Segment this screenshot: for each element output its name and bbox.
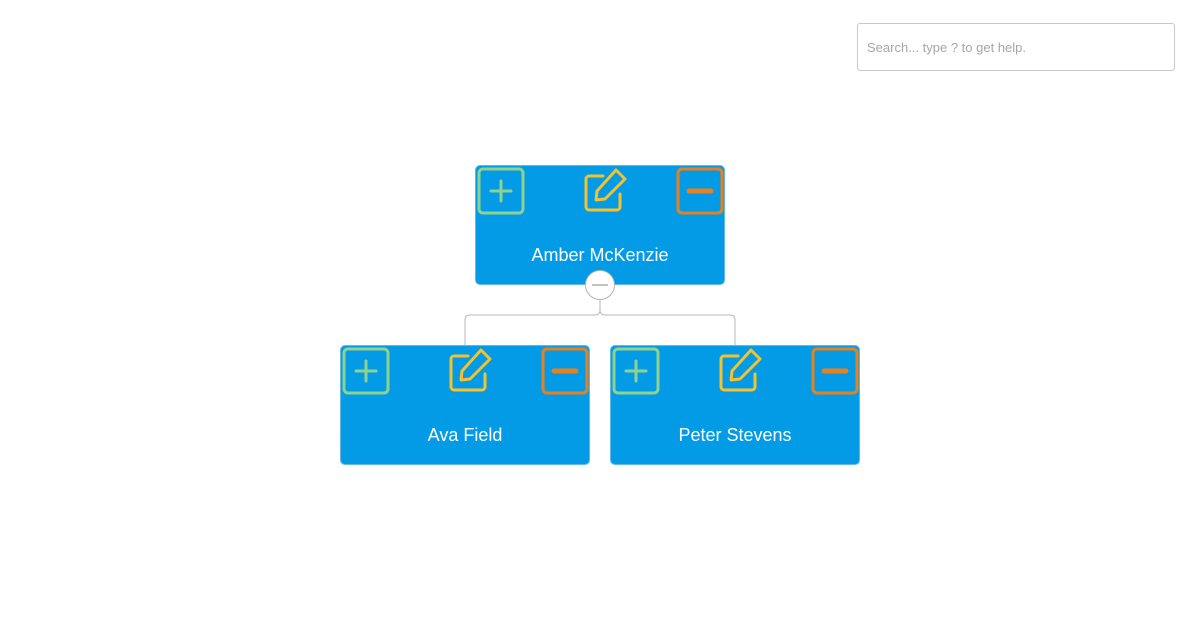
search-box[interactable] — [857, 23, 1175, 71]
plus-square-icon — [342, 347, 390, 395]
edit-pencil-icon — [584, 168, 627, 212]
connector-lines — [464, 300, 736, 345]
edit-node-button[interactable] — [580, 167, 628, 215]
org-node-ava-field[interactable]: Ava Field — [340, 345, 590, 465]
edit-node-button[interactable] — [445, 347, 493, 395]
remove-node-button[interactable] — [541, 347, 589, 395]
search-input[interactable] — [858, 24, 1174, 70]
connector-root-to-ava-field — [464, 300, 601, 345]
minus-square-icon — [811, 347, 859, 395]
minus-square-icon — [541, 347, 589, 395]
connector-root-to-peter-stevens — [599, 300, 736, 345]
edit-node-button[interactable] — [715, 347, 763, 395]
minus-square-icon — [676, 167, 724, 215]
org-chart-canvas: Amber McKenzie Ava Field — [0, 0, 1200, 630]
node-name: Amber McKenzie — [531, 245, 669, 265]
collapse-toggle-button[interactable] — [585, 270, 615, 300]
edit-pencil-icon — [719, 348, 762, 392]
add-child-button[interactable] — [342, 347, 390, 395]
node-name: Peter Stevens — [678, 425, 792, 445]
plus-square-icon — [612, 347, 660, 395]
add-child-button[interactable] — [612, 347, 660, 395]
collapse-minus-icon — [592, 284, 608, 286]
org-node-peter-stevens[interactable]: Peter Stevens — [610, 345, 860, 465]
remove-node-button[interactable] — [811, 347, 859, 395]
org-node-root[interactable]: Amber McKenzie — [475, 165, 725, 285]
node-name: Ava Field — [427, 425, 503, 445]
plus-square-icon — [477, 167, 525, 215]
remove-node-button[interactable] — [676, 167, 724, 215]
edit-pencil-icon — [449, 348, 492, 392]
add-child-button[interactable] — [477, 167, 525, 215]
